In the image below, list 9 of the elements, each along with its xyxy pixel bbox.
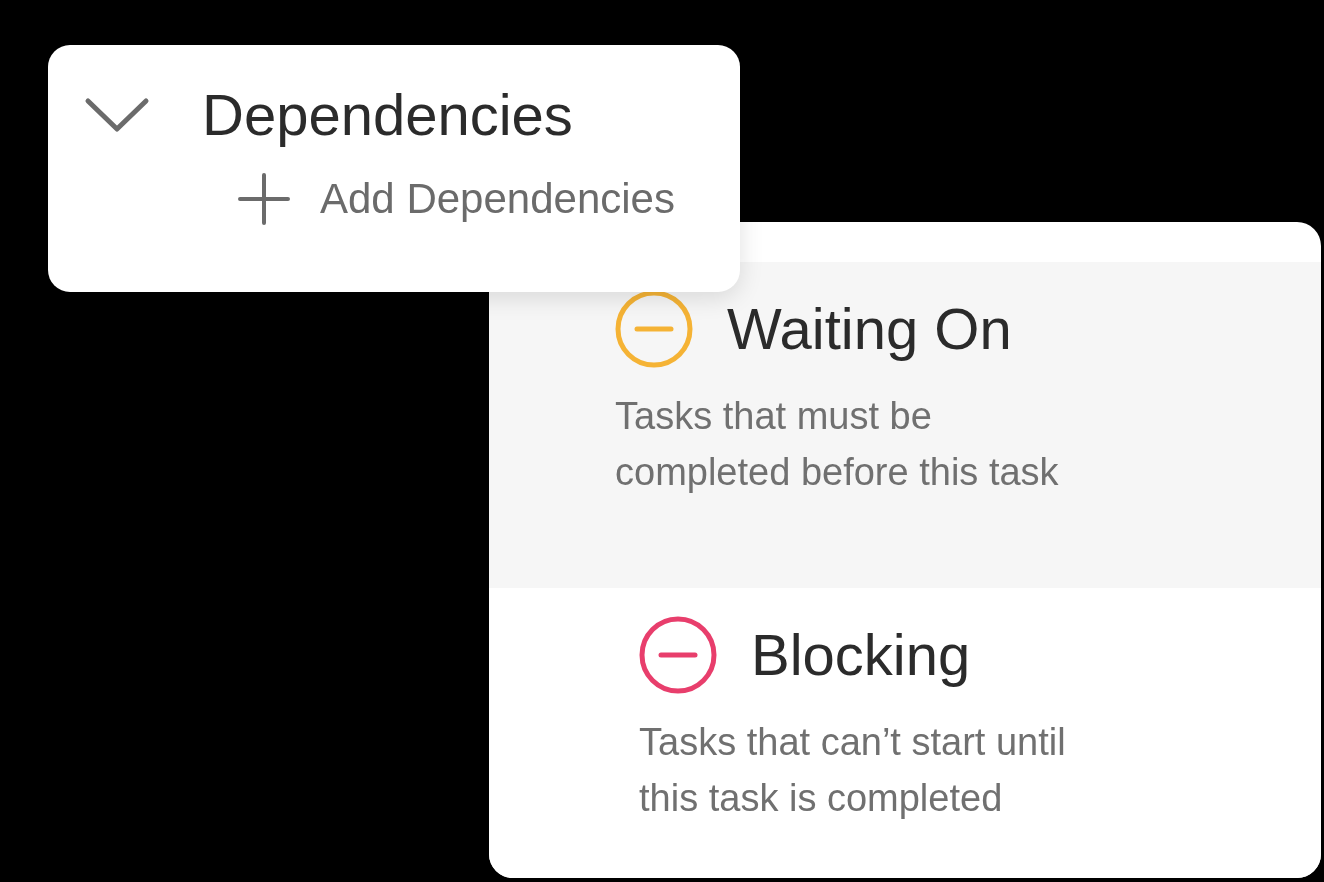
- option-description: Tasks that must be completed before this task: [615, 394, 1060, 495]
- dependencies-title: Dependencies: [202, 83, 573, 147]
- option-description: Tasks that can’t start until this task is completed: [639, 720, 1067, 821]
- add-dependencies-button[interactable]: Add Dependencies: [238, 172, 675, 225]
- chevron-icon[interactable]: [84, 96, 150, 133]
- dependency-type-option[interactable]: Waiting On Tasks that must be completed before this task: [489, 262, 1321, 588]
- option-title: Blocking: [751, 621, 971, 690]
- option-title: Waiting On: [727, 295, 1012, 364]
- plus-icon: [238, 172, 290, 225]
